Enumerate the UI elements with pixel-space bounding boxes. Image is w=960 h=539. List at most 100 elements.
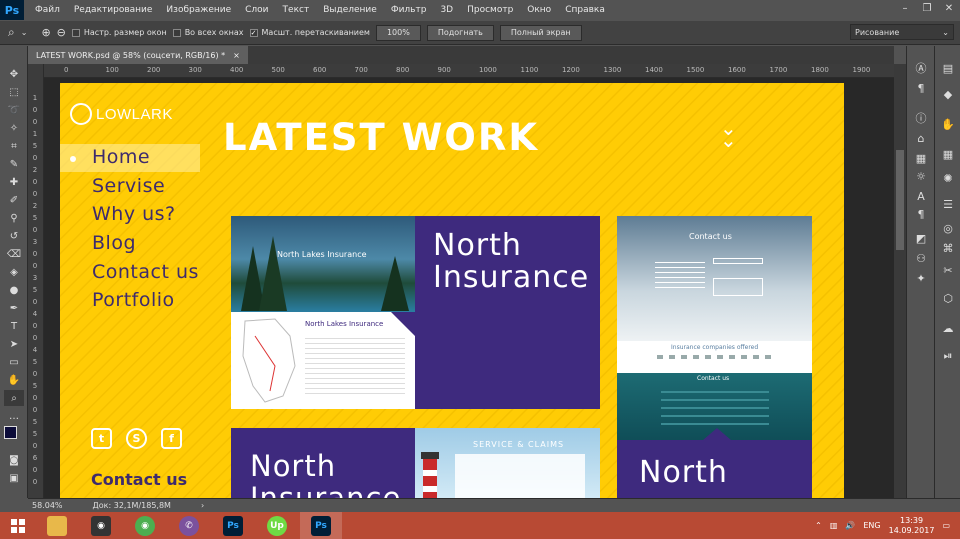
- dodge-tool-icon[interactable]: ●: [4, 282, 24, 298]
- canvas-area[interactable]: LOWLARK LATEST WORK ⌄ ⌄ Home Servise Why …: [44, 78, 894, 498]
- zoom-readout[interactable]: 58.04%: [32, 501, 63, 510]
- taskbar-viber[interactable]: ✆: [168, 512, 210, 539]
- resize-windows-checkbox[interactable]: Настр. размер окон: [71, 28, 167, 37]
- swatches-icon[interactable]: ▤: [938, 60, 958, 76]
- notifications-icon[interactable]: ▭: [942, 521, 950, 530]
- menu-edit[interactable]: Редактирование: [67, 5, 160, 15]
- layers-icon[interactable]: ◆: [938, 86, 958, 102]
- paragraph-icon[interactable]: ¶: [911, 80, 931, 96]
- restore-icon[interactable]: ❐: [916, 0, 938, 16]
- sun-icon[interactable]: ✺: [938, 170, 958, 186]
- twitter-icon[interactable]: t: [91, 428, 112, 449]
- nav-why-us[interactable]: Why us?: [92, 203, 176, 225]
- quick-mask-icon[interactable]: ◙: [4, 452, 24, 468]
- brush-tool-icon[interactable]: ✐: [4, 192, 24, 208]
- workspace-select[interactable]: Рисование ⌄: [850, 24, 954, 40]
- more-tools-icon[interactable]: …: [4, 408, 24, 424]
- path-icon[interactable]: ✦: [911, 270, 931, 286]
- portfolio-card-north-insurance-2[interactable]: North Insurance SERVICE & CLAIMS: [231, 428, 600, 498]
- rectangle-tool-icon[interactable]: ▭: [4, 354, 24, 370]
- marquee-tool-icon[interactable]: ⬚: [4, 84, 24, 100]
- sliders-icon[interactable]: ☰: [938, 196, 958, 212]
- history-brush-tool-icon[interactable]: ↺: [4, 228, 24, 244]
- foreground-color-swatch[interactable]: [4, 426, 17, 439]
- scrollbar-thumb[interactable]: [896, 150, 904, 250]
- nav-blog[interactable]: Blog: [92, 232, 136, 254]
- nav-portfolio[interactable]: Portfolio: [92, 289, 175, 311]
- taskbar-photoshop[interactable]: Ps: [212, 512, 254, 539]
- document-tab[interactable]: LATEST WORK.psd @ 58% (соцсети, RGB/16) …: [28, 46, 248, 64]
- fullscreen-button[interactable]: Полный экран: [499, 24, 582, 41]
- nav-service[interactable]: Servise: [92, 175, 165, 197]
- path-selection-tool-icon[interactable]: ➤: [4, 336, 24, 352]
- menu-filter[interactable]: Фильтр: [384, 5, 434, 15]
- type-tool-icon[interactable]: T: [4, 318, 24, 334]
- history-icon[interactable]: ⌂: [911, 130, 931, 146]
- clone-source-icon[interactable]: ⚇: [911, 250, 931, 266]
- skype-icon[interactable]: S: [126, 428, 147, 449]
- zoom-100-button[interactable]: 100%: [375, 24, 421, 41]
- artboard[interactable]: LOWLARK LATEST WORK ⌄ ⌄ Home Servise Why …: [60, 83, 844, 498]
- clock[interactable]: 13:39 14.09.2017: [889, 516, 935, 536]
- clone-stamp-tool-icon[interactable]: ⚲: [4, 210, 24, 226]
- screen-mode-icon[interactable]: ▣: [4, 470, 24, 486]
- paths-icon[interactable]: ⌘: [938, 240, 958, 256]
- tab-close-icon[interactable]: ×: [233, 51, 240, 60]
- character-panel-icon[interactable]: Ⓐ: [911, 60, 931, 76]
- language-indicator[interactable]: ENG: [863, 521, 880, 530]
- menu-image[interactable]: Изображение: [159, 5, 238, 15]
- portfolio-card-north-lakes[interactable]: North Lakes Insurance North Lakes Insura…: [231, 216, 600, 409]
- grid-panel-icon[interactable]: ▦: [938, 146, 958, 162]
- zoom-out-icon[interactable]: ⊖: [57, 26, 66, 39]
- info-icon[interactable]: ⓘ: [911, 110, 931, 126]
- channels-icon[interactable]: ◎: [938, 220, 958, 236]
- paragraph-styles-icon[interactable]: ¶: [911, 206, 931, 222]
- status-arrow-icon[interactable]: ›: [201, 501, 204, 510]
- zoom-in-icon[interactable]: ⊕: [41, 26, 50, 39]
- menu-select[interactable]: Выделение: [316, 5, 384, 15]
- menu-help[interactable]: Справка: [558, 5, 612, 15]
- tray-chevron-icon[interactable]: ⌃: [815, 521, 822, 530]
- tool-preset-dropdown-icon[interactable]: ⌄: [21, 28, 28, 37]
- brushes-icon[interactable]: ✋: [938, 116, 958, 132]
- fit-screen-button[interactable]: Подогнать: [426, 24, 494, 41]
- pen-tool-icon[interactable]: ✒: [4, 300, 24, 316]
- nav-contact[interactable]: Contact us: [92, 261, 199, 283]
- taskbar-file-explorer[interactable]: [36, 512, 78, 539]
- menu-window[interactable]: Окно: [520, 5, 558, 15]
- timeline-icon[interactable]: ⏯: [938, 348, 958, 364]
- eraser-tool-icon[interactable]: ⌫: [4, 246, 24, 262]
- windows-start-icon[interactable]: [0, 512, 36, 539]
- crop-tool-icon[interactable]: ⌗: [4, 138, 24, 154]
- taskbar-photoshop-2[interactable]: Ps: [300, 512, 342, 539]
- menu-file[interactable]: Файл: [28, 5, 67, 15]
- lasso-tool-icon[interactable]: ➰: [4, 102, 24, 118]
- menu-view[interactable]: Просмотр: [460, 5, 520, 15]
- double-chevron-down-icon[interactable]: ⌄ ⌄: [720, 118, 737, 150]
- menu-layers[interactable]: Слои: [238, 5, 275, 15]
- scrubby-zoom-checkbox[interactable]: ✓ Масшт. перетаскиванием: [249, 28, 370, 37]
- libraries-icon[interactable]: ☁: [938, 320, 958, 336]
- close-icon[interactable]: ✕: [938, 0, 960, 16]
- portfolio-card-contact[interactable]: Contact us Insurance companies offered C…: [617, 216, 812, 446]
- hand-tool-icon[interactable]: ✋: [4, 372, 24, 388]
- zoom-tool-active-icon[interactable]: ⌕: [4, 390, 24, 406]
- taskbar-upwork[interactable]: Up: [256, 512, 298, 539]
- text-a-icon[interactable]: A: [911, 188, 931, 204]
- menu-3d[interactable]: 3D: [433, 5, 460, 15]
- all-windows-checkbox[interactable]: Во всех окнах: [172, 28, 244, 37]
- vertical-scrollbar[interactable]: [894, 64, 906, 498]
- nav-home[interactable]: Home: [92, 146, 150, 168]
- facebook-icon[interactable]: f: [161, 428, 182, 449]
- network-icon[interactable]: ▥: [830, 521, 838, 530]
- menu-type[interactable]: Текст: [276, 5, 317, 15]
- move-tool-icon[interactable]: ✥: [4, 66, 24, 82]
- adjustments-icon[interactable]: ◩: [911, 230, 931, 246]
- taskbar-chrome[interactable]: ◉: [124, 512, 166, 539]
- 3d-cube-icon[interactable]: ⬡: [938, 290, 958, 306]
- taskbar-obs[interactable]: ◉: [80, 512, 122, 539]
- minimize-icon[interactable]: –: [894, 0, 916, 16]
- zoom-tool-icon[interactable]: ⌕: [8, 25, 15, 40]
- paint-bucket-tool-icon[interactable]: ◈: [4, 264, 24, 280]
- volume-icon[interactable]: 🔊: [845, 521, 855, 530]
